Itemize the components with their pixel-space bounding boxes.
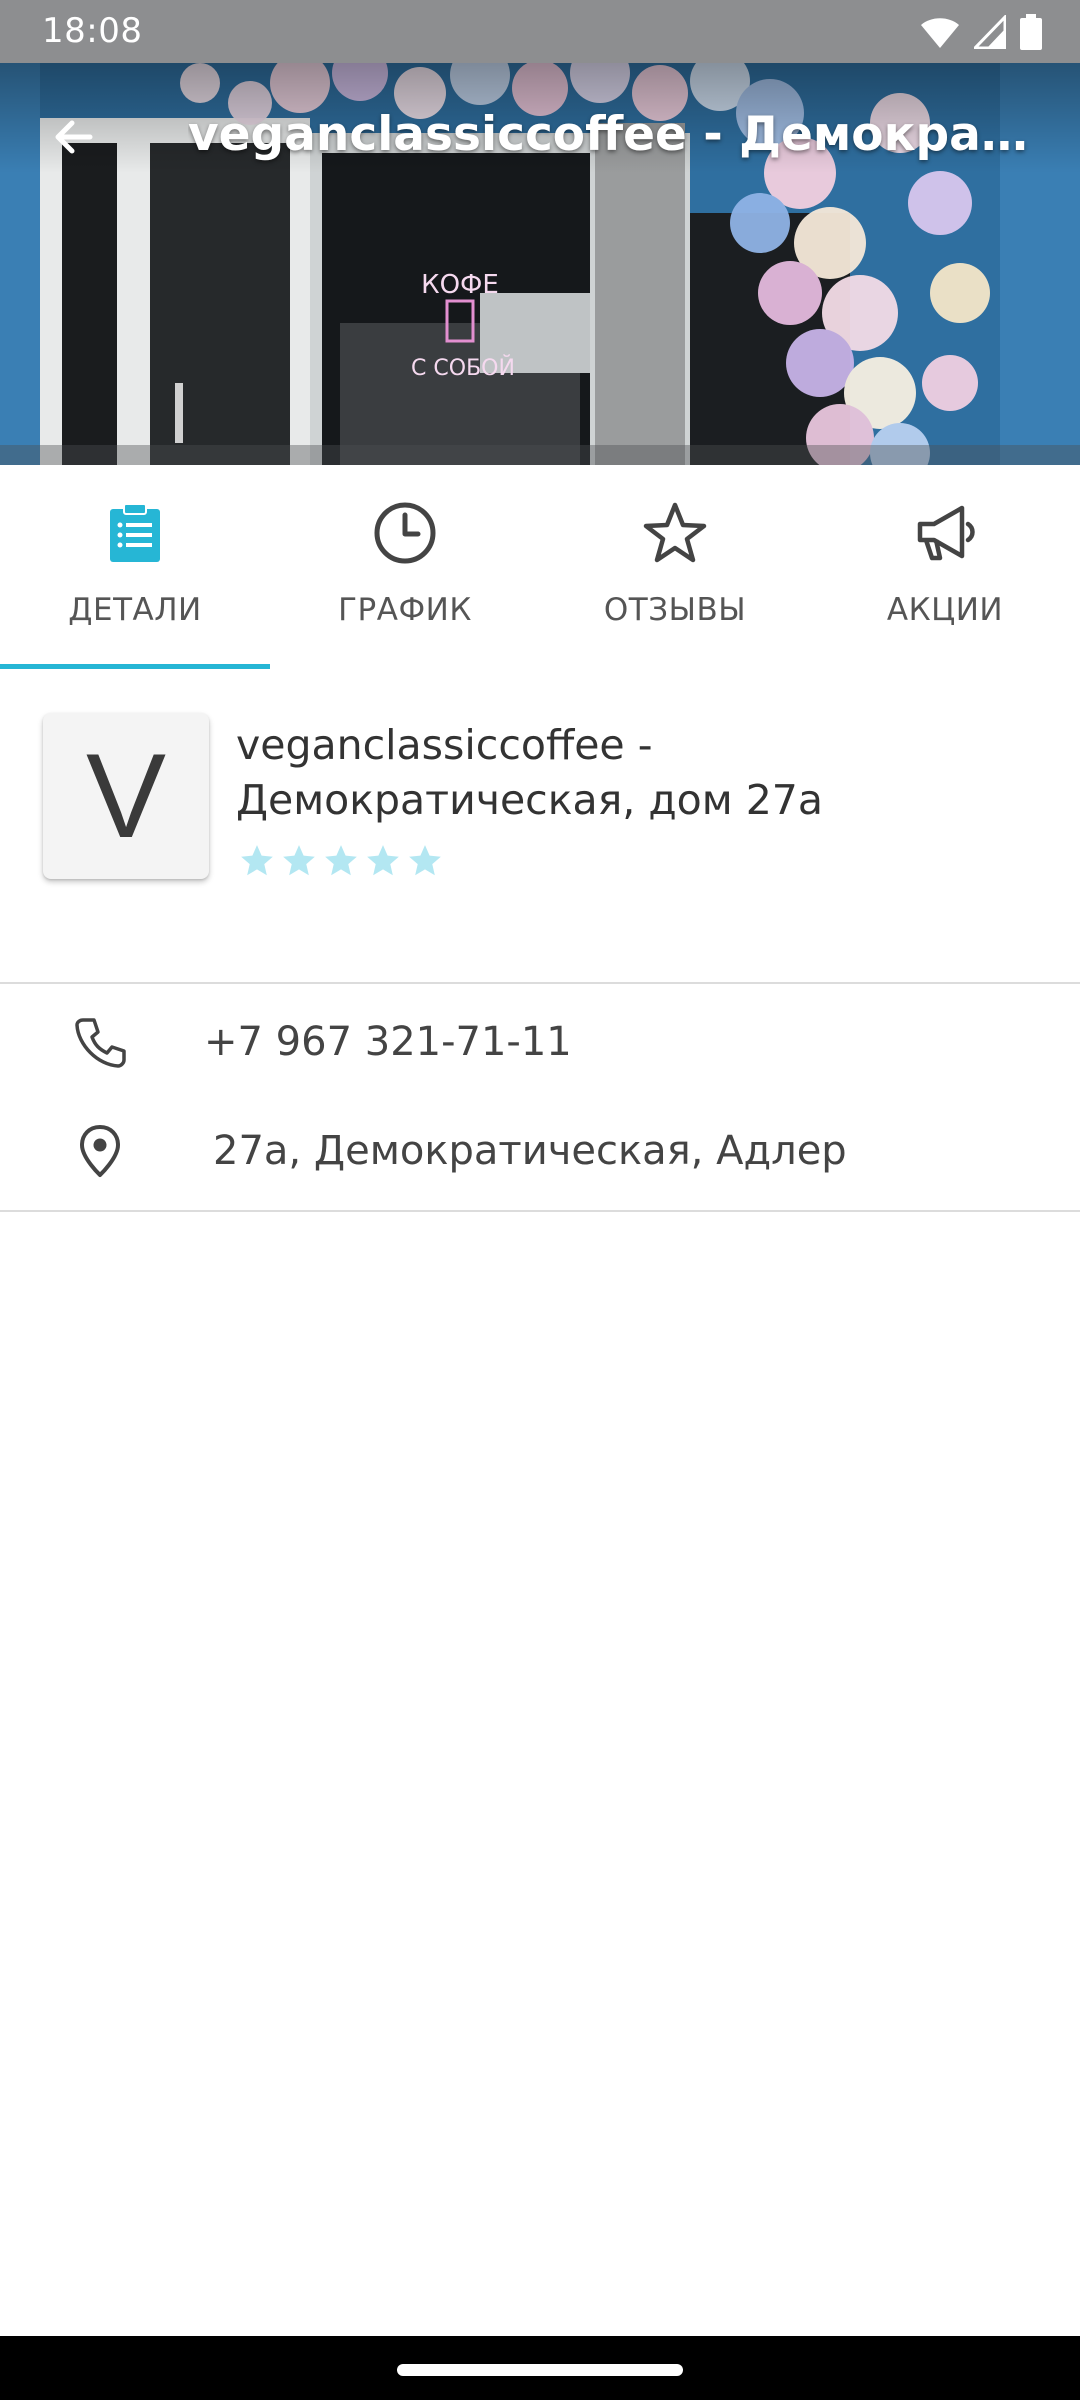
rating-stars (238, 842, 444, 880)
status-icons (920, 14, 1042, 50)
phone-number[interactable]: +7 967 321-71-11 (204, 1014, 572, 1070)
photo-sign-bottom: С СОБОЙ (411, 355, 515, 381)
address-text[interactable]: 27а, Демократическая, Адлер (213, 1123, 847, 1179)
status-time: 18:08 (42, 11, 143, 51)
home-gesture-handle[interactable] (397, 2364, 683, 2376)
clipboard-list-icon (110, 503, 160, 562)
photo-sign-top: КОФЕ (421, 270, 499, 300)
star-icon (283, 845, 315, 876)
phone-row[interactable]: +7 967 321-71-11 (0, 992, 1080, 1092)
header-title: veganclassiccoffee - Демократическая, до… (188, 107, 1048, 162)
tab-reviews-label: ОТЗЫВЫ (603, 592, 747, 628)
star-icon (325, 845, 357, 876)
star-outline-icon (643, 502, 707, 563)
system-nav-bar (0, 2336, 1080, 2400)
status-bar: 18:08 (0, 0, 1080, 63)
tab-schedule-label: ГРАФИК (338, 592, 472, 628)
tab-details[interactable]: ДЕТАЛИ (0, 465, 270, 670)
tab-details-label: ДЕТАЛИ (68, 592, 202, 628)
divider (0, 982, 1080, 984)
divider (0, 1210, 1080, 1212)
tab-promotions-label: АКЦИИ (886, 592, 1004, 628)
star-icon (409, 845, 441, 876)
megaphone-icon (917, 505, 975, 561)
tab-schedule[interactable]: ГРАФИК (270, 465, 540, 670)
phone-icon (75, 1018, 126, 1068)
tab-bar: ДЕТАЛИ ГРАФИК ОТЗЫВЫ АКЦИИ (0, 465, 1080, 670)
back-button[interactable] (40, 103, 108, 171)
star-icon (367, 845, 399, 876)
place-logo: V (43, 713, 209, 879)
place-name: veganclassiccoffee - Демократическая, до… (236, 721, 824, 824)
clock-icon (374, 502, 436, 564)
map-pin-icon (80, 1125, 120, 1177)
app-screen: 18:08 КОФЕ С СОБОЙ veganclassiccoffee - … (0, 0, 1080, 2400)
address-row[interactable]: 27а, Демократическая, Адлер (0, 1101, 1080, 1201)
star-icon (241, 845, 273, 876)
tab-reviews[interactable]: ОТЗЫВЫ (540, 465, 810, 670)
wifi-icon (921, 18, 959, 48)
active-tab-indicator (0, 664, 270, 669)
cellular-signal-icon (974, 15, 1006, 49)
tab-promotions[interactable]: АКЦИИ (810, 465, 1080, 670)
header-photo: КОФЕ С СОБОЙ veganclassiccoffee - Демокр… (0, 63, 1080, 465)
battery-icon (1020, 14, 1042, 50)
arrow-left-icon (55, 120, 93, 154)
